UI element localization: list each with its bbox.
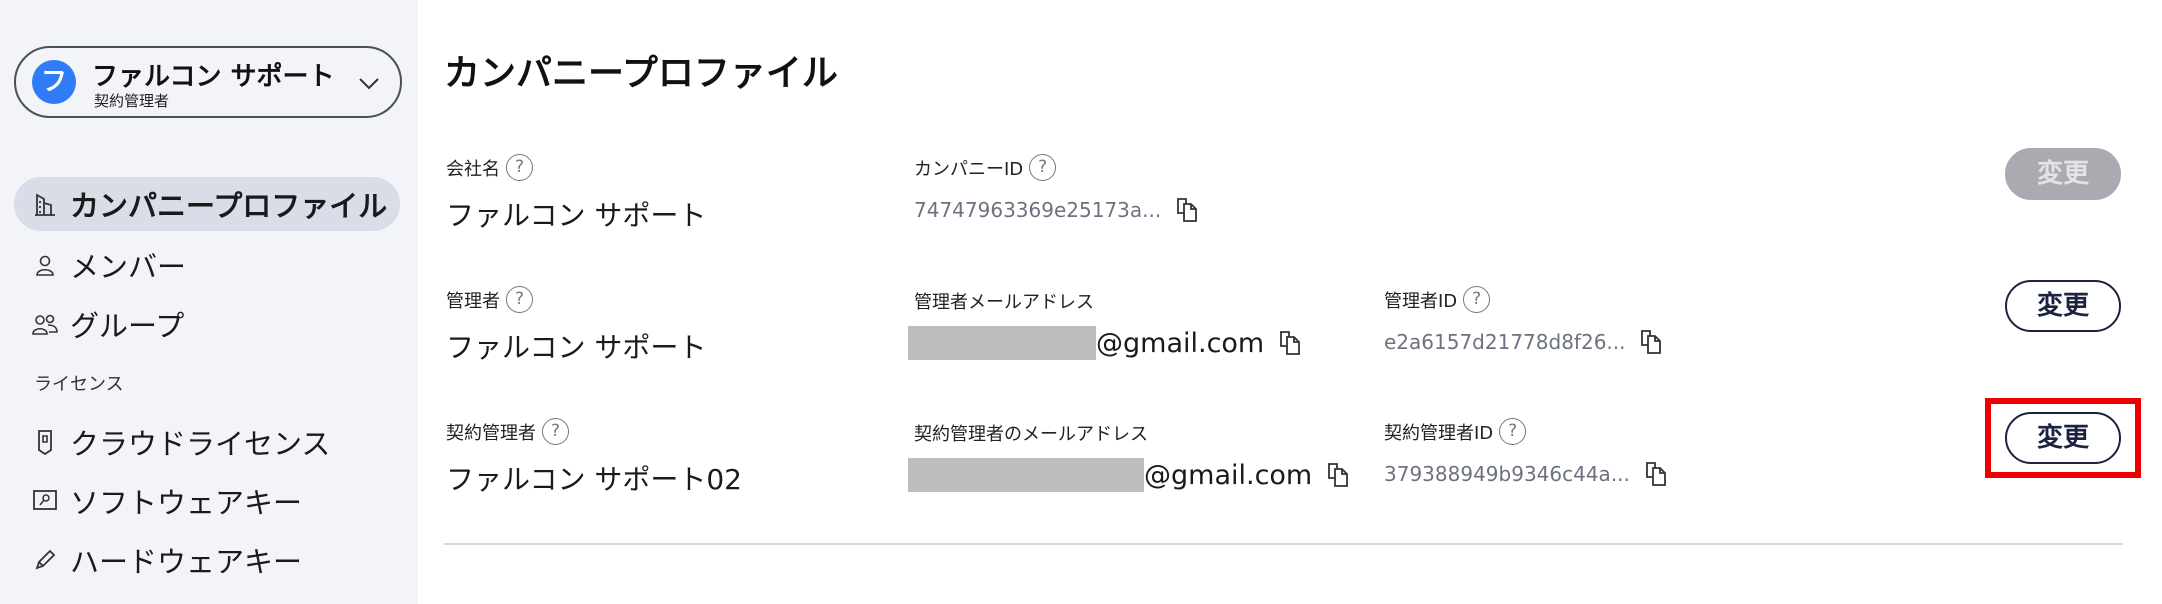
highlight-box: [1985, 398, 2141, 478]
sidebar-item-label: カンパニープロファイル: [70, 189, 388, 223]
company-id-text: 74747963369e25173a...: [914, 198, 1162, 222]
help-icon[interactable]: ?: [1499, 418, 1527, 445]
admin-label-text: 管理者: [446, 290, 500, 312]
sidebar-item-label: ハードウェアキー: [70, 545, 303, 579]
admin-email-value: @gmail.com: [908, 326, 1304, 360]
contract-admin-id-value: 379388949b9346c44a...: [1384, 460, 1670, 488]
sidebar-item-members[interactable]: メンバー: [14, 238, 400, 292]
account-switcher[interactable]: フ ファルコン サポート 契約管理者: [14, 46, 402, 118]
admin-email-suffix: @gmail.com: [1096, 327, 1265, 359]
person-icon: [30, 250, 60, 280]
company-name-label: 会社名 ?: [446, 154, 533, 181]
copy-icon[interactable]: [1642, 460, 1670, 488]
redacted-email: [908, 458, 1144, 492]
sidebar-item-label: クラウドライセンス: [70, 427, 331, 461]
copy-icon[interactable]: [1173, 196, 1201, 224]
company-id-value: 74747963369e25173a...: [914, 196, 1201, 224]
help-icon[interactable]: ?: [506, 154, 533, 181]
admin-email-label: 管理者メールアドレス: [914, 292, 1094, 313]
admin-id-label-text: 管理者ID: [1384, 290, 1458, 312]
redacted-email: [908, 326, 1096, 360]
sidebar-item-label: ソフトウェアキー: [70, 486, 303, 520]
sidebar-item-cloud-license[interactable]: クラウドライセンス: [14, 415, 400, 469]
sidebar-item-hardware-key[interactable]: ハードウェアキー: [14, 533, 400, 587]
contract-admin-id-label: 契約管理者ID ?: [1384, 418, 1527, 445]
chevron-down-icon: [359, 78, 379, 90]
page-title: カンパニープロファイル: [444, 53, 838, 94]
sidebar-item-label: グループ: [70, 309, 185, 343]
sidebar-item-company-profile[interactable]: カンパニープロファイル: [14, 177, 400, 231]
edit-admin-button[interactable]: 変更: [2005, 280, 2121, 332]
people-icon: [30, 309, 60, 339]
help-icon[interactable]: ?: [506, 286, 533, 313]
contract-admin-label: 契約管理者 ?: [446, 418, 569, 445]
help-icon[interactable]: ?: [542, 418, 569, 445]
sidebar-item-software-key[interactable]: ソフトウェアキー: [14, 474, 400, 528]
help-icon[interactable]: ?: [1029, 154, 1057, 181]
building-icon: [30, 189, 60, 219]
contract-admin-id-text: 379388949b9346c44a...: [1384, 462, 1630, 486]
account-role: 契約管理者: [94, 92, 170, 110]
company-name-value: ファルコン サポート: [446, 199, 707, 232]
admin-id-value: e2a6157d21778d8f26...: [1384, 328, 1665, 356]
company-id-label-text: カンパニーID: [914, 158, 1024, 180]
divider: [444, 543, 2123, 545]
account-name: ファルコン サポート: [92, 62, 335, 92]
contract-admin-email-label: 契約管理者のメールアドレス: [914, 424, 1148, 445]
admin-label: 管理者 ?: [446, 286, 533, 313]
contract-admin-name-value: ファルコン サポート02: [446, 463, 742, 496]
sidebar-item-label: メンバー: [70, 250, 187, 284]
company-name-label-text: 会社名: [446, 158, 500, 180]
contract-admin-email-value: @gmail.com: [908, 458, 1352, 492]
sidebar: フ ファルコン サポート 契約管理者 カンパニープロファイル メンバー グループ…: [0, 0, 418, 604]
admin-id-text: e2a6157d21778d8f26...: [1384, 330, 1626, 354]
copy-icon[interactable]: [1637, 328, 1665, 356]
software-key-icon: [30, 486, 60, 516]
sidebar-item-groups[interactable]: グループ: [14, 297, 400, 351]
avatar: フ: [32, 60, 76, 104]
company-id-label: カンパニーID ?: [914, 154, 1057, 181]
cloud-license-icon: [30, 427, 60, 457]
contract-admin-id-label-text: 契約管理者ID: [1384, 422, 1494, 444]
copy-icon[interactable]: [1276, 329, 1304, 357]
help-icon[interactable]: ?: [1463, 286, 1491, 313]
license-section-label: ライセンス: [34, 374, 124, 395]
pencil-icon: [30, 545, 60, 575]
admin-id-label: 管理者ID ?: [1384, 286, 1491, 313]
contract-admin-email-suffix: @gmail.com: [1144, 459, 1313, 491]
admin-name-value: ファルコン サポート: [446, 331, 707, 364]
edit-company-button[interactable]: 変更: [2005, 148, 2121, 200]
contract-admin-label-text: 契約管理者: [446, 422, 536, 444]
copy-icon[interactable]: [1324, 461, 1352, 489]
